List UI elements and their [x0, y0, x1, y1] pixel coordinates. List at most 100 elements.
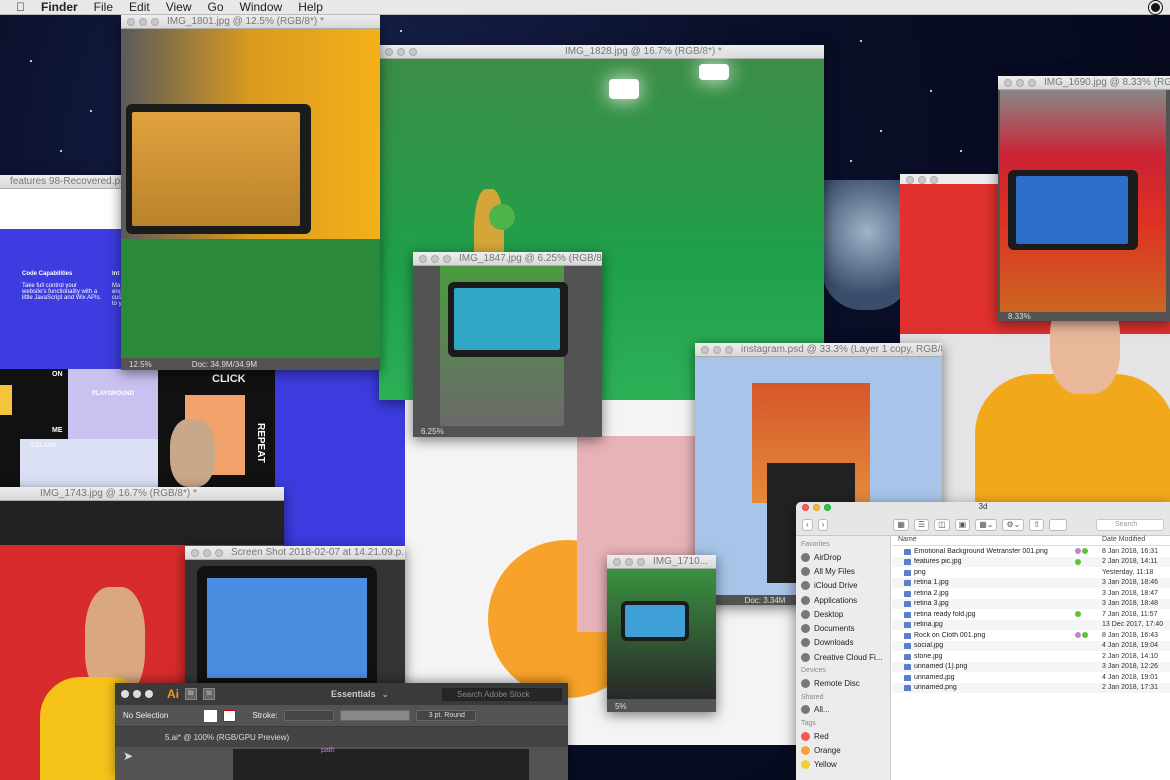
window-img-1801[interactable]: IMG_1801.jpg @ 12.5% (RGB/8*) * 12.5% Doc… — [121, 15, 380, 370]
menu-finder[interactable]: Finder — [41, 0, 78, 14]
artboard-canvas[interactable]: path — [233, 747, 529, 780]
photo-tablet-green — [607, 569, 716, 699]
file-row[interactable]: retina 2.jpg 3 Jan 2018, 18:47 — [892, 588, 1170, 599]
sidebar-item-label: Yellow — [814, 760, 837, 770]
file-row[interactable]: retina.jpg 13 Dec 2017, 17:40 — [892, 619, 1170, 630]
arrange-button[interactable]: ▦⌄ — [975, 518, 998, 531]
sidebar-tag-red[interactable]: Red — [801, 729, 890, 743]
tools-panel: ➤ — [115, 747, 157, 780]
sidebar-tag-orange[interactable]: Orange — [801, 743, 890, 757]
network-icon — [801, 705, 810, 715]
file-date: 7 Jan 2018, 11:57 — [1102, 610, 1158, 618]
devices-header: Devices — [801, 667, 826, 675]
menu-help[interactable]: Help — [298, 0, 323, 14]
document-tab[interactable]: 5.ai* @ 100% (RGB/GPU Preview) — [165, 733, 289, 742]
view-columns-button[interactable]: ◫ — [934, 518, 950, 531]
file-row[interactable]: Emotional Background Wetransfer 001.png 8… — [892, 546, 1170, 557]
me-label: ME — [52, 427, 63, 434]
sidebar-tag-yellow[interactable]: Yellow — [801, 758, 890, 772]
sidebar-item-creative-cloud[interactable]: Creative Cloud Fi... — [801, 650, 890, 664]
window-screenshot[interactable]: Screen Shot 2018-02-07 at 14.21.09.p... — [185, 546, 405, 696]
window-controls[interactable] — [1004, 78, 1036, 87]
file-row[interactable]: retina ready fold.jpg 7 Jan 2018, 11:57 — [892, 609, 1170, 620]
window-controls[interactable] — [701, 345, 733, 354]
file-row[interactable]: unnamed.jpg 4 Jan 2018, 19:01 — [892, 672, 1170, 683]
sidebar-item-remote-disc[interactable]: Remote Disc — [801, 676, 890, 690]
menu-edit[interactable]: Edit — [129, 0, 150, 14]
window-controls[interactable] — [419, 254, 451, 263]
column-name[interactable]: Name — [892, 536, 1102, 545]
menu-go[interactable]: Go — [208, 0, 224, 14]
doc-size: Doc: 34.9M/34.9M — [191, 359, 258, 369]
window-controls[interactable] — [121, 690, 153, 698]
moon-image — [822, 180, 912, 310]
view-gallery-button[interactable]: ▣ — [954, 518, 971, 531]
column-date-modified[interactable]: Date Modified — [1102, 536, 1145, 545]
sidebar-item-airdrop[interactable]: AirDrop — [801, 550, 890, 564]
stock-button[interactable]: St — [203, 688, 215, 700]
bridge-button[interactable]: Br — [185, 688, 197, 700]
creative-cloud-icon[interactable] — [1149, 1, 1162, 14]
window-controls[interactable] — [385, 47, 417, 56]
menu-view[interactable]: View — [166, 0, 192, 14]
file-row[interactable]: retina 3.jpg 3 Jan 2018, 18:48 — [892, 598, 1170, 609]
sidebar-item-documents[interactable]: Documents — [801, 621, 890, 635]
brush-definition[interactable]: 3 pt. Round — [415, 710, 476, 721]
window-title: instagram.psd @ 33.3% (Layer 1 copy, RGB… — [741, 344, 942, 355]
file-row[interactable]: social.jpg 4 Jan 2018, 19:04 — [892, 640, 1170, 651]
file-row[interactable]: Rock on Cloth 001.png 8 Jan 2018, 16:43 — [892, 630, 1170, 641]
window-controls[interactable] — [127, 17, 159, 26]
sidebar-item-label: iCloud Drive — [814, 581, 858, 591]
file-row[interactable]: png Yesterday, 11:18 — [892, 567, 1170, 578]
file-date: 8 Jan 2018, 16:31 — [1102, 547, 1159, 555]
finder-search-input[interactable]: Search — [1096, 518, 1164, 531]
tags-button[interactable] — [1049, 518, 1068, 531]
menu-window[interactable]: Window — [240, 0, 283, 14]
variable-width-profile[interactable] — [339, 710, 410, 721]
share-button[interactable]: ⇧ — [1029, 518, 1045, 531]
window-img-1847[interactable]: IMG_1847.jpg @ 6.25% (RGB/8*) 6.25% — [413, 252, 602, 437]
window-img-1710[interactable]: IMG_1710... 5% — [607, 555, 716, 712]
file-row[interactable]: stone.jpg 2 Jan 2018, 14:10 — [892, 651, 1170, 662]
window-controls[interactable] — [802, 504, 831, 511]
window-title: IMG_1710... — [653, 556, 709, 567]
sidebar-item-all-shared[interactable]: All... — [801, 703, 890, 717]
sidebar-item-icloud[interactable]: iCloud Drive — [801, 579, 890, 593]
action-gear-icon[interactable]: ⚙⌄ — [1002, 518, 1025, 531]
sidebar-item-all-my-files[interactable]: All My Files — [801, 564, 890, 578]
selection-tool-icon[interactable]: ➤ — [123, 749, 133, 763]
window-controls[interactable] — [613, 557, 645, 566]
window-controls[interactable] — [906, 176, 938, 184]
forward-button[interactable]: › — [817, 518, 829, 531]
view-icon-button[interactable]: ▦ — [893, 518, 909, 531]
window-title: IMG_1690.jpg @ 8.33% (RGB/8*) — [1044, 77, 1170, 88]
workspace-switcher[interactable]: Essentials — [331, 689, 376, 699]
stroke-swatch[interactable] — [223, 709, 237, 722]
code-capabilities-body: Take full control your website's functio… — [22, 283, 102, 301]
menu-file[interactable]: File — [94, 0, 113, 14]
window-title: IMG_1743.jpg @ 16.7% (RGB/8*) * — [40, 488, 197, 499]
stroke-weight-input[interactable] — [283, 710, 334, 721]
stock-search-input[interactable]: Search Adobe Stock — [442, 687, 562, 701]
window-controls[interactable] — [191, 548, 223, 557]
window-title: features 98-Recovered.psd — [10, 176, 131, 187]
tag-dot-icon — [1082, 548, 1088, 555]
file-row[interactable]: unnamed (1).png 3 Jan 2018, 12:26 — [892, 661, 1170, 672]
file-row[interactable]: retina 1.jpg 3 Jan 2018, 18:46 — [892, 577, 1170, 588]
photo-tablet-redshirt — [440, 266, 568, 426]
sidebar-item-applications[interactable]: Applications — [801, 593, 890, 607]
window-img-1690[interactable]: IMG_1690.jpg @ 8.33% (RGB/8*) 8.33% — [998, 76, 1170, 321]
apple-menu-icon[interactable]:  — [16, 0, 25, 14]
finder-window[interactable]: 3d ‹ › ▦ ☰ ◫ ▣ ▦⌄ ⚙⌄ ⇧ Search Favorites … — [796, 502, 1170, 780]
illustrator-window[interactable]: Ai Br St Essentials ⌄ Search Adobe Stock… — [115, 683, 568, 780]
back-button[interactable]: ‹ — [802, 518, 813, 531]
file-row[interactable]: features pic.jpg 2 Jan 2018, 14:11 — [892, 556, 1170, 567]
file-name: unnamed (1).png — [892, 663, 1075, 671]
sidebar-item-desktop[interactable]: Desktop — [801, 607, 890, 621]
file-row[interactable]: unnamed.png 2 Jan 2018, 17:31 — [892, 682, 1170, 693]
view-list-button[interactable]: ☰ — [913, 518, 930, 531]
file-name: features pic.jpg — [892, 558, 1075, 566]
fill-swatch[interactable] — [204, 709, 218, 722]
sidebar-item-downloads[interactable]: Downloads — [801, 636, 890, 650]
file-name: social.jpg — [892, 642, 1075, 650]
